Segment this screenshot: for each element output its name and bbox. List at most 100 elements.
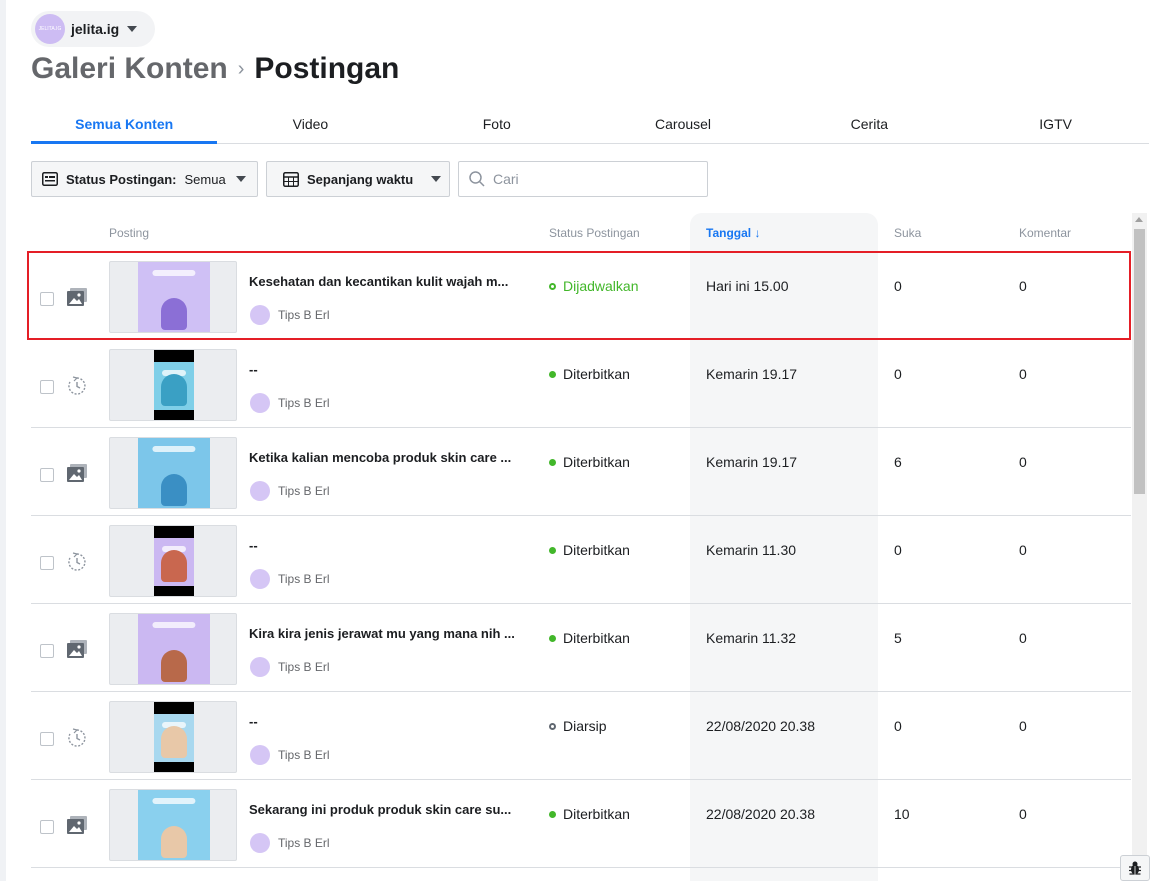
author-avatar	[250, 657, 270, 677]
post-thumbnail-image	[138, 438, 210, 508]
post-thumbnail[interactable]	[109, 789, 237, 861]
post-title[interactable]: --	[249, 538, 519, 553]
search-input[interactable]	[493, 171, 693, 187]
status-text: Dijadwalkan	[563, 278, 639, 294]
post-author: Tips B Erl	[250, 745, 330, 765]
status-badge: Diarsip	[549, 718, 607, 734]
table-row[interactable]: Kesehatan dan kecantikan kulit wajah m..…	[31, 252, 1131, 340]
row-checkbox[interactable]	[40, 820, 54, 834]
post-thumbnail[interactable]	[109, 349, 237, 421]
post-date: 22/08/2020 20.38	[706, 806, 815, 822]
post-likes: 0	[894, 718, 902, 734]
post-title[interactable]: --	[249, 362, 519, 377]
table-row[interactable]: Kira kira jenis jerawat mu yang mana nih…	[31, 604, 1131, 692]
status-text: Diarsip	[563, 718, 607, 734]
author-avatar	[250, 833, 270, 853]
tab-igtv[interactable]: IGTV	[962, 108, 1148, 143]
column-header-likes: Suka	[894, 226, 922, 240]
status-badge: Diterbitkan	[549, 806, 630, 822]
status-badge: Diterbitkan	[549, 366, 630, 382]
tab-video[interactable]: Video	[217, 108, 403, 143]
table-row[interactable]: -- Tips B Erl Diarsip 22/08/2020 20.38 0…	[31, 692, 1131, 780]
post-title[interactable]: Ketika kalian mencoba produk skin care .…	[249, 450, 519, 465]
row-checkbox[interactable]	[40, 732, 54, 746]
status-filter-dropdown[interactable]: Status Postingan: Semua	[31, 161, 258, 197]
scroll-up-icon[interactable]	[1135, 217, 1143, 222]
account-switcher[interactable]: JELITA.IG jelita.ig	[31, 11, 155, 47]
post-thumbnail[interactable]	[109, 701, 237, 773]
post-thumbnail-image	[138, 262, 210, 332]
post-likes: 10	[894, 806, 910, 822]
status-dot-icon	[549, 722, 556, 730]
post-likes: 0	[894, 366, 902, 382]
post-comments: 0	[1019, 630, 1027, 646]
post-author: Tips B Erl	[250, 833, 330, 853]
post-likes: 0	[894, 278, 902, 294]
tab-cerita[interactable]: Cerita	[776, 108, 962, 143]
content-tabs: Semua Konten Video Foto Carousel Cerita …	[31, 108, 1149, 144]
author-name: Tips B Erl	[278, 308, 330, 322]
table-row[interactable]: -- Tips B Erl Diterbitkan Kemarin 19.17 …	[31, 340, 1131, 428]
post-title[interactable]: Kesehatan dan kecantikan kulit wajah m..…	[249, 274, 519, 289]
date-range-dropdown[interactable]: Sepanjang waktu	[266, 161, 450, 197]
author-name: Tips B Erl	[278, 748, 330, 762]
author-name: Tips B Erl	[278, 484, 330, 498]
status-text: Diterbitkan	[563, 806, 630, 822]
status-dot-icon	[549, 370, 556, 378]
post-comments: 0	[1019, 366, 1027, 382]
post-comments: 0	[1019, 542, 1027, 558]
scrollbar-thumb[interactable]	[1134, 229, 1145, 494]
author-avatar	[250, 305, 270, 325]
calendar-icon	[283, 172, 299, 187]
post-thumbnail-image	[154, 350, 194, 420]
post-date: Kemarin 11.30	[706, 542, 797, 558]
post-title[interactable]: Kira kira jenis jerawat mu yang mana nih…	[249, 626, 519, 641]
status-text: Diterbitkan	[563, 630, 630, 646]
row-checkbox[interactable]	[40, 644, 54, 658]
post-date: Hari ini 15.00	[706, 278, 789, 294]
post-date: Kemarin 19.17	[706, 454, 798, 470]
post-thumbnail[interactable]	[109, 525, 237, 597]
author-name: Tips B Erl	[278, 660, 330, 674]
post-comments: 0	[1019, 278, 1027, 294]
table-row[interactable]: Ketika kalian mencoba produk skin care .…	[31, 428, 1131, 516]
tab-semua-konten[interactable]: Semua Konten	[31, 108, 218, 144]
story-icon	[67, 376, 87, 396]
post-comments: 0	[1019, 718, 1027, 734]
post-thumbnail[interactable]	[109, 261, 237, 333]
status-dot-icon	[549, 458, 556, 466]
column-header-post: Posting	[109, 226, 150, 240]
row-checkbox[interactable]	[40, 380, 54, 394]
photo-icon	[67, 816, 87, 836]
post-thumbnail[interactable]	[109, 437, 237, 509]
tab-carousel[interactable]: Carousel	[590, 108, 776, 143]
row-checkbox[interactable]	[40, 468, 54, 482]
table-row[interactable]: -- Tips B Erl Diterbitkan Kemarin 11.30 …	[31, 516, 1131, 604]
column-header-comments: Komentar	[1019, 226, 1072, 240]
tab-foto[interactable]: Foto	[404, 108, 590, 143]
post-author: Tips B Erl	[250, 569, 330, 589]
post-thumbnail[interactable]	[109, 613, 237, 685]
account-avatar: JELITA.IG	[35, 14, 65, 44]
row-checkbox[interactable]	[40, 556, 54, 570]
bug-report-button[interactable]	[1120, 855, 1150, 881]
post-thumbnail-image	[154, 702, 194, 772]
photo-icon	[67, 640, 87, 660]
post-likes: 6	[894, 454, 902, 470]
status-text: Diterbitkan	[563, 454, 630, 470]
column-header-status: Status Postingan	[549, 226, 640, 240]
list-icon	[42, 172, 58, 186]
row-checkbox[interactable]	[40, 292, 54, 306]
post-title[interactable]: Sekarang ini produk produk skin care su.…	[249, 802, 519, 817]
breadcrumb: Galeri Konten › Postingan	[31, 52, 399, 86]
vertical-scrollbar[interactable]	[1132, 213, 1147, 881]
column-header-date[interactable]: Tanggal ↓	[706, 226, 760, 240]
author-name: Tips B Erl	[278, 572, 330, 586]
status-dot-icon	[549, 282, 556, 290]
post-thumbnail-image	[138, 790, 210, 860]
post-title[interactable]: --	[249, 714, 519, 729]
status-dot-icon	[549, 546, 556, 554]
breadcrumb-parent[interactable]: Galeri Konten	[31, 52, 228, 86]
page-edge	[0, 0, 6, 881]
table-row[interactable]: Sekarang ini produk produk skin care su.…	[31, 780, 1131, 868]
